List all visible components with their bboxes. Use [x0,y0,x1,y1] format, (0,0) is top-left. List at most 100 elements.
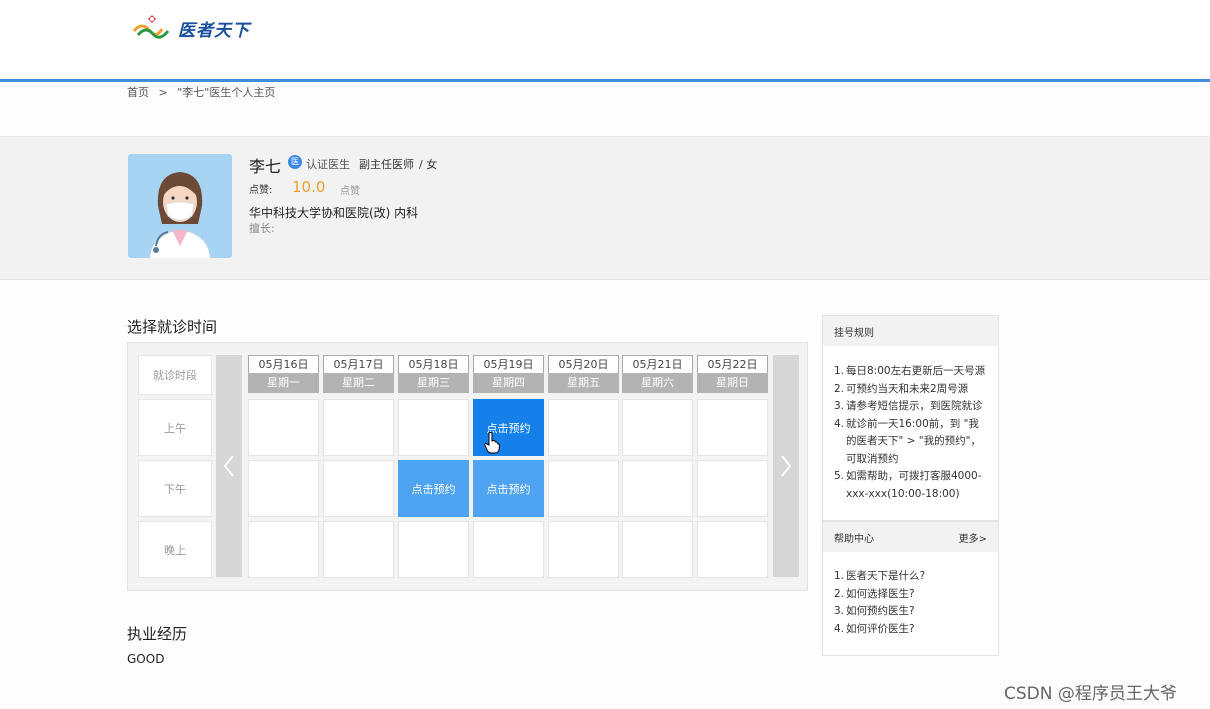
booking-rules-header: 挂号规则 [823,316,998,346]
chevron-left-icon [223,455,234,477]
doctor-title: 副主任医师 [359,158,414,171]
help-center-list: 1. 医者天下是什么? 2. 如何选择医生? 3. 如何预约医生? 4. 如何评价医生? [823,552,998,646]
schedule-cell-empty [398,399,469,456]
hand-cursor-icon [484,432,500,454]
list-number: 3. [834,400,845,412]
day-weekday: 星期四 [473,373,544,393]
list-number: 2. [834,382,845,395]
schedule-cell-empty [248,460,319,517]
day-date: 05月21日 [622,355,693,373]
schedule-cell-empty [548,460,619,517]
schedule-cell-empty [697,460,768,517]
list-text: 如何评价医生? [846,622,915,635]
chevron-right-icon [781,455,792,477]
list-text: 医者天下是什么? [846,570,926,582]
help-center-header: 帮助中心 更多> [823,522,998,552]
list-number: 2. [834,587,845,600]
breadcrumb: 首页 > "李七"医生个人主页 [127,84,281,100]
day-weekday: 星期五 [548,373,619,393]
site-header: 医者天下 [0,0,1210,82]
help-item[interactable]: 1. 医者天下是什么? [834,568,988,586]
day-date: 05月22日 [697,355,768,373]
day-date: 05月20日 [548,355,619,373]
book-appointment-button[interactable]: 点击预约 [398,460,469,517]
list-text: 可预约当天和未来2周号源 [846,382,969,395]
list-number: 3. [834,605,845,617]
list-number: 1. [834,365,845,377]
help-item[interactable]: 2. 如何选择医生? [834,586,988,604]
schedule-cell-empty [473,521,544,578]
slot-morning: 上午 [138,399,212,456]
schedule-cell-empty [323,460,394,517]
day-header: 05月18日 星期三 [398,355,469,393]
day-header: 05月17日 星期二 [323,355,394,393]
likes-value: 10.0 [292,178,326,196]
booking-rules-list: 1. 每日8:00左右更新后一天号源 2. 可预约当天和未来2周号源 3. 请参考短信提示… [823,346,998,511]
schedule-cell-empty [697,399,768,456]
schedule-cell-empty [398,521,469,578]
slot-header: 就诊时段 [138,355,212,395]
experience-title: 执业经历 [127,625,188,643]
breadcrumb-current: "李七"医生个人主页 [177,86,276,99]
help-center-title: 帮助中心 [834,533,874,545]
next-week-button[interactable] [773,355,799,577]
help-item[interactable]: 4. 如何评价医生? [834,621,988,639]
experience-text: GOOD [127,652,165,666]
rule-item: 4. 就诊前一天16:00前，到 "我的医者天下" > "我的预约"，可取消预约 [834,416,988,469]
help-item[interactable]: 3. 如何预约医生? [834,603,988,621]
rule-item: 1. 每日8:00左右更新后一天号源 [834,363,988,381]
certified-label: 认证医生 [306,158,350,171]
day-date: 05月18日 [398,355,469,373]
doctor-profile: 李七 医 认证医生 副主任医师 / 女 点赞: 10.0 点赞 华中科技大学协和… [0,136,1210,280]
day-header: 05月21日 星期六 [622,355,693,393]
schedule-cell-empty [622,399,693,456]
day-header: 05月16日 星期一 [248,355,319,393]
help-more-link[interactable]: 更多> [959,530,987,545]
logo-text: 医者天下 [178,20,250,41]
watermark: CSDN @程序员王大爷 [1004,684,1177,704]
day-date: 05月17日 [323,355,394,373]
site-logo[interactable]: 医者天下 [132,12,250,44]
certified-icon: 医 [288,155,302,169]
schedule-cell-empty [248,521,319,578]
day-header: 05月19日 星期四 [473,355,544,393]
list-text: 如何预约医生? [846,605,915,617]
schedule-cell-empty [323,521,394,578]
schedule-cell-empty [323,399,394,456]
day-weekday: 星期一 [248,373,319,393]
schedule-cell-empty [248,399,319,456]
day-weekday: 星期三 [398,373,469,393]
prev-week-button[interactable] [216,355,242,577]
list-number: 4. [834,417,845,430]
list-text: 如需帮助，可拨打客服4000-xxx-xxx(10:00-18:00) [846,470,982,500]
schedule-cell-empty [697,521,768,578]
breadcrumb-home[interactable]: 首页 [127,86,149,99]
slot-evening: 晚上 [138,521,212,578]
slot-afternoon: 下午 [138,460,212,517]
list-number: 1. [834,570,845,582]
book-appointment-button[interactable]: 点击预约 [473,460,544,517]
list-text: 如何选择医生? [846,587,915,600]
doctor-name: 李七 [249,157,282,176]
schedule-cell-empty [548,399,619,456]
schedule-title: 选择就诊时间 [127,318,218,336]
day-weekday: 星期六 [622,373,693,393]
likes-button[interactable]: 点赞 [340,182,360,197]
schedule-cell-empty [622,521,693,578]
likes-label: 点赞: [249,185,273,196]
schedule-grid: 就诊时段 上午 下午 晚上 05月16日 星期一 05月17日 星期二 05月18日 星期… [127,342,808,591]
list-text: 就诊前一天16:00前，到 "我的医者天下" > "我的预约"，可取消预约 [846,417,981,465]
booking-rules-card: 挂号规则 1. 每日8:00左右更新后一天号源 2. 可预约当天和未来2周号源 3. 请参… [822,315,999,521]
day-header: 05月22日 星期日 [697,355,768,393]
day-weekday: 星期日 [697,373,768,393]
rule-item: 3. 请参考短信提示，到医院就诊 [834,398,988,416]
schedule-cell-empty [622,460,693,517]
booking-rules-title: 挂号规则 [834,327,874,339]
doctor-hospital: 华中科技大学协和医院(改) 内科 [249,206,419,220]
list-text: 每日8:00左右更新后一天号源 [846,365,986,377]
list-number: 4. [834,622,845,635]
doctor-avatar [128,154,232,258]
day-header: 05月20日 星期五 [548,355,619,393]
day-date: 05月16日 [248,355,319,373]
list-number: 5. [834,470,845,482]
